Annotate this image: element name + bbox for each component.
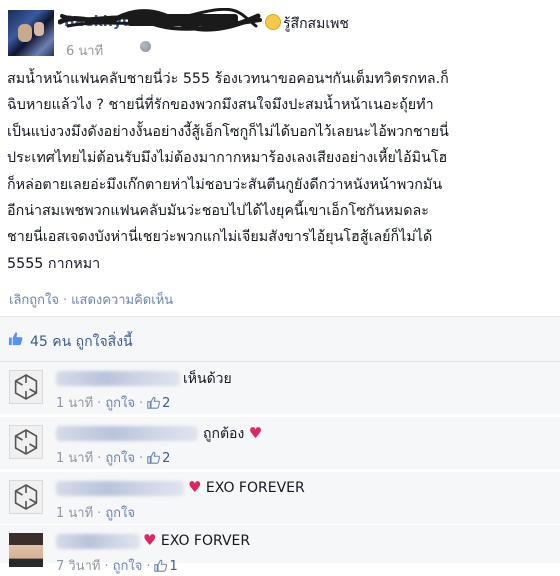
heart-icon: ♥ <box>188 478 202 496</box>
likes-count-text[interactable]: 45 คน ถูกใจสิ่งนี้ <box>30 331 133 353</box>
comment-item: ♥ EXO FOREVER 1 นาที · ถูกใจ <box>0 472 560 524</box>
commenter-name-blurred[interactable] <box>56 426 198 441</box>
commenter-name-blurred[interactable] <box>56 371 180 386</box>
feeling-label: รู้สึกสมเพช <box>283 16 349 32</box>
likes-count: 45 <box>30 334 48 350</box>
exo-logo-icon <box>14 484 38 510</box>
comment-body: ถูกต้อง <box>203 426 245 442</box>
commenter-avatar[interactable] <box>9 425 43 459</box>
post-text-line: ชายนี่เอสเจดงบังห่านี่เชยว่ะพวกแกไม่เจีย… <box>7 229 433 246</box>
likes-label: คน ถูกใจสิ่งนี้ <box>52 334 133 350</box>
commenter-name-blurred[interactable] <box>56 534 140 549</box>
unlike-link[interactable]: เลิกถูกใจ <box>9 293 59 308</box>
comment-time[interactable]: 1 นาที <box>56 506 93 521</box>
comment-like-count[interactable]: 2 <box>162 451 170 466</box>
heart-icon: ♥ <box>143 531 157 549</box>
commenter-avatar[interactable] <box>9 480 43 514</box>
comment-like-link[interactable]: ถูกใจ <box>105 451 135 466</box>
exo-logo-icon <box>14 374 38 400</box>
post-text-line: ก็หล่อตายเลยอ่ะมึงเก๊กตายห่าไม่ชอบว่ะสัน… <box>7 176 443 193</box>
globe-icon <box>140 41 151 52</box>
comment-like-count[interactable]: 1 <box>169 559 177 574</box>
post-text-line: สมน้ำหน้าแฟนคลับชายนี่ว่ะ 555 ร้องเวทนาข… <box>7 71 449 87</box>
post-timestamp[interactable]: 6 นาที <box>66 40 103 61</box>
comment-item: เห็นด้วย 1 นาที · ถูกใจ · 2 <box>0 362 560 414</box>
author-avatar[interactable] <box>8 10 54 56</box>
thumbs-up-icon <box>8 332 23 346</box>
exo-logo-icon <box>14 429 38 455</box>
comment-body: เห็นด้วย <box>183 371 232 387</box>
post-text-line: 5555 กากหมา <box>7 255 101 272</box>
thumbs-up-icon <box>147 451 161 464</box>
comment-item: ถูกต้อง ♥ 1 นาที · ถูกใจ · 2 <box>0 417 560 469</box>
comment-text: ถูกต้อง ♥ <box>203 423 262 445</box>
thumbs-up-icon <box>154 559 168 572</box>
thumbs-up-icon <box>147 396 161 409</box>
comment-like-link[interactable]: ถูกใจ <box>113 559 143 574</box>
commenter-avatar[interactable] <box>9 533 43 567</box>
feeling-status[interactable]: รู้สึกสมเพช <box>265 13 349 35</box>
post-text-line: อีกน่าสมเพชพวกแฟนคลับมันว่ะชอบไปได้ไงยุค… <box>7 203 429 220</box>
post-text-line: เป็นแบ่งวงมึงดังอย่างงั้นอย่างงี้สู้เอ็ก… <box>7 123 449 140</box>
show-comments-link[interactable]: แสดงความคิดเห็น <box>71 293 173 308</box>
comment-text: เห็นด้วย <box>183 368 232 390</box>
comment-meta: 1 นาที · ถูกใจ <box>56 506 136 521</box>
redaction-scribble <box>58 8 262 32</box>
post-text: สมน้ำหน้าแฟนคลับชายนี่ว่ะ 555 ร้องเวทนาข… <box>7 66 555 277</box>
commenter-avatar[interactable] <box>9 370 43 404</box>
comment-item: ♥ EXO FORVER 7 วินาที · ถูกใจ · 1 <box>0 525 560 574</box>
comment-like-link[interactable]: ถูกใจ <box>105 396 135 411</box>
likes-summary: 45 คน ถูกใจสิ่งนี้ <box>0 317 560 362</box>
comment-meta: 1 นาที · ถูกใจ · 2 <box>56 451 171 466</box>
action-separator: · <box>63 293 68 308</box>
comment-like-count[interactable]: 2 <box>162 396 170 411</box>
comment-meta: 1 นาที · ถูกใจ · 2 <box>56 396 171 411</box>
comment-like-link[interactable]: ถูกใจ <box>105 506 135 521</box>
comment-meta: 7 วินาที · ถูกใจ · 1 <box>56 559 178 574</box>
comment-text: ♥ EXO FOREVER <box>188 478 305 496</box>
comment-time[interactable]: 1 นาที <box>56 451 93 466</box>
post-text-line: ประเทศไทยไม่ต้อนรับมึงไม่ต้องมากากหมาร้อ… <box>7 150 448 167</box>
smile-emoji-icon <box>265 14 281 30</box>
post-actions: เลิกถูกใจ · แสดงความคิดเห็น <box>9 289 173 310</box>
comment-time[interactable]: 1 นาที <box>56 396 93 411</box>
post-header: Baekhyun รู้สึกสมเพช 6 นาที <box>0 0 560 62</box>
comment-body: EXO FOREVER <box>205 480 305 496</box>
comment-body: EXO FORVER <box>160 533 251 549</box>
post-text-line: ฉิบหายแล้วไง ? ชายนี่ที่รักของพวกมึงสนใจ… <box>7 97 434 114</box>
comment-text: ♥ EXO FORVER <box>143 531 250 549</box>
heart-icon: ♥ <box>248 424 263 442</box>
comment-time[interactable]: 7 วินาที <box>56 559 100 574</box>
commenter-name-blurred[interactable] <box>56 481 184 496</box>
